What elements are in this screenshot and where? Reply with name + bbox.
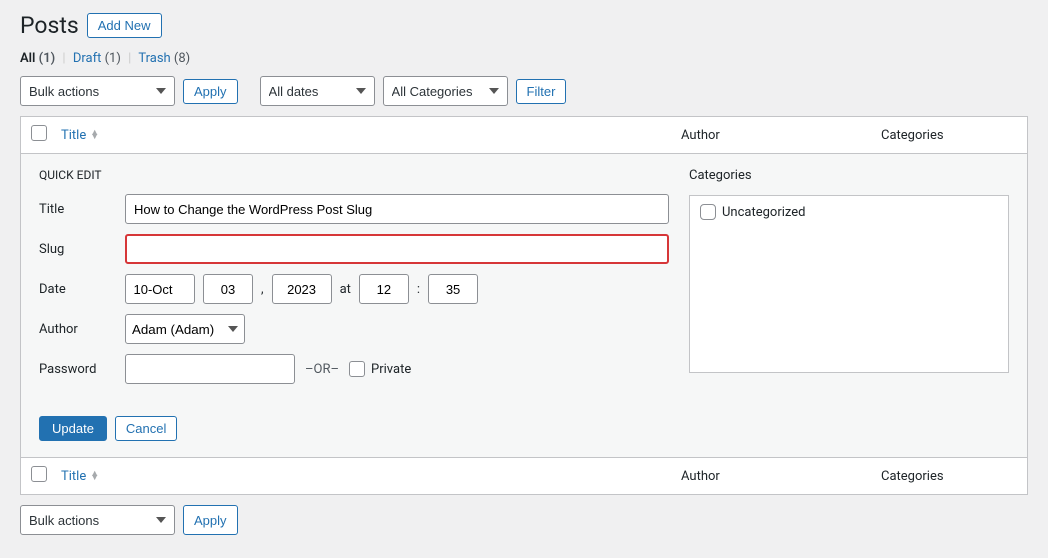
page-title: Posts <box>20 12 79 39</box>
date-day-input[interactable] <box>203 274 253 304</box>
author-label: Author <box>39 322 125 337</box>
filter-button[interactable]: Filter <box>516 79 567 104</box>
apply-button-bottom[interactable]: Apply <box>183 505 238 535</box>
filter-draft[interactable]: Draft (1) <box>73 51 121 66</box>
slug-input[interactable] <box>125 234 669 264</box>
date-year-input[interactable] <box>272 274 332 304</box>
categories-select[interactable]: All Categories <box>383 76 508 106</box>
table-footer-row: Title▲▼ Author Categories <box>20 458 1028 495</box>
sort-icon: ▲▼ <box>90 131 99 139</box>
quick-edit-panel: QUICK EDIT Title Slug Date 10-Oct , at : <box>20 154 1028 458</box>
column-categories-bottom: Categories <box>881 469 1017 484</box>
password-label: Password <box>39 362 125 377</box>
private-label: Private <box>371 362 411 377</box>
private-checkbox[interactable] <box>349 361 365 377</box>
column-categories: Categories <box>881 128 1017 143</box>
select-all-checkbox-top[interactable] <box>31 125 47 141</box>
categories-box[interactable]: Uncategorized <box>689 195 1009 373</box>
slug-label: Slug <box>39 242 125 257</box>
select-all-checkbox-bottom[interactable] <box>31 466 47 482</box>
password-input[interactable] <box>125 354 295 384</box>
category-checkbox[interactable] <box>700 204 716 220</box>
cancel-button[interactable]: Cancel <box>115 416 177 441</box>
column-author: Author <box>681 128 881 143</box>
filter-all[interactable]: All (1) <box>20 51 55 66</box>
add-new-button[interactable]: Add New <box>87 13 162 38</box>
column-author-bottom: Author <box>681 469 881 484</box>
apply-button-top[interactable]: Apply <box>183 79 238 104</box>
update-button[interactable]: Update <box>39 416 107 441</box>
table-header-row: Title▲▼ Author Categories <box>20 116 1028 154</box>
author-select[interactable]: Adam (Adam) <box>125 314 245 344</box>
column-title-bottom[interactable]: Title▲▼ <box>61 469 681 484</box>
date-hour-input[interactable] <box>359 274 409 304</box>
bulk-actions-select[interactable]: Bulk actions <box>20 76 175 106</box>
quick-edit-heading: QUICK EDIT <box>39 168 669 182</box>
column-title[interactable]: Title▲▼ <box>61 128 681 143</box>
or-separator: –OR– <box>305 362 339 377</box>
category-label: Uncategorized <box>722 205 805 220</box>
dates-select[interactable]: All dates <box>260 76 375 106</box>
date-minute-input[interactable] <box>428 274 478 304</box>
category-item[interactable]: Uncategorized <box>700 204 998 220</box>
status-filters: All (1) | Draft (1) | Trash (8) <box>20 51 1028 66</box>
date-label: Date <box>39 282 125 297</box>
title-input[interactable] <box>125 194 669 224</box>
title-label: Title <box>39 202 125 217</box>
categories-heading: Categories <box>689 168 1009 183</box>
filter-trash[interactable]: Trash (8) <box>138 51 190 66</box>
bulk-actions-select-bottom[interactable]: Bulk actions <box>20 505 175 535</box>
sort-icon: ▲▼ <box>90 472 99 480</box>
date-month-select[interactable]: 10-Oct <box>125 274 195 304</box>
